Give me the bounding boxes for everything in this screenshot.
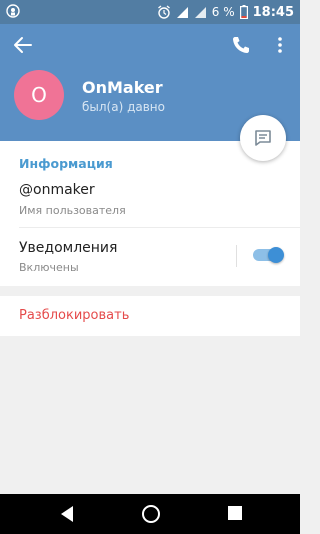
alarm-icon bbox=[157, 5, 170, 19]
status-bar: 6 % 18:45 bbox=[0, 0, 300, 24]
last-seen-status: был(а) давно bbox=[82, 100, 165, 114]
username-caption: Имя пользователя bbox=[19, 204, 126, 217]
info-section: Информация @onmaker Имя пользователя Уве… bbox=[0, 141, 300, 286]
notifications-state: Включены bbox=[19, 261, 79, 274]
nav-back-icon[interactable] bbox=[58, 505, 76, 523]
toggle-thumb bbox=[268, 247, 284, 263]
battery-percent: 6 % bbox=[211, 5, 235, 19]
profile-name: OnMaker bbox=[82, 78, 163, 97]
section-title-info: Информация bbox=[19, 156, 113, 171]
unblock-row[interactable]: Разблокировать bbox=[0, 296, 300, 336]
notifications-toggle[interactable] bbox=[253, 247, 284, 263]
signal-icon bbox=[176, 6, 188, 18]
phone-icon[interactable] bbox=[230, 34, 252, 56]
arrow-left-icon[interactable] bbox=[12, 34, 34, 56]
clock: 18:45 bbox=[252, 4, 294, 20]
nav-home-icon[interactable] bbox=[141, 504, 161, 524]
username-value[interactable]: @onmaker bbox=[19, 182, 95, 198]
notifications-label[interactable]: Уведомления bbox=[19, 240, 117, 256]
nav-recent-icon[interactable] bbox=[228, 506, 242, 520]
battery-icon bbox=[239, 5, 248, 19]
divider bbox=[19, 227, 300, 228]
unblock-button[interactable]: Разблокировать bbox=[19, 308, 129, 323]
avatar[interactable]: O bbox=[14, 70, 64, 120]
vertical-divider bbox=[236, 245, 237, 267]
app-notification-icon bbox=[6, 4, 20, 18]
more-vertical-icon[interactable] bbox=[270, 34, 290, 56]
system-nav-bar bbox=[0, 494, 300, 534]
send-message-button[interactable] bbox=[240, 115, 286, 161]
message-icon bbox=[255, 130, 271, 146]
wifi-icon bbox=[194, 6, 206, 18]
